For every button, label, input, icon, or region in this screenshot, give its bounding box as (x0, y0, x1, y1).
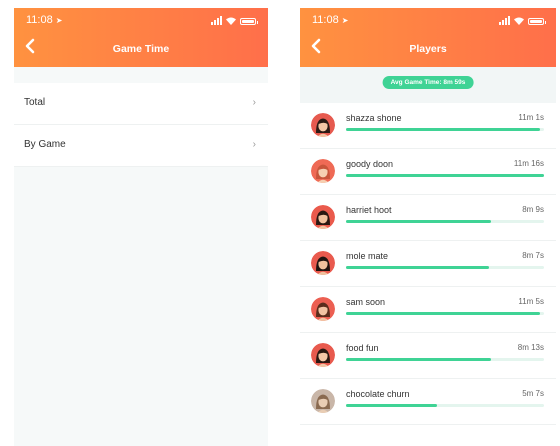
player-list: shazza shone 11m 1s goody doon 11m 16s harri… (300, 103, 556, 425)
progress-track (346, 174, 544, 177)
player-time: 8m 9s (522, 205, 544, 214)
avatar (311, 389, 335, 413)
progress-fill (346, 312, 541, 315)
location-arrow-icon: ➤ (55, 16, 63, 25)
avatar (311, 205, 335, 229)
progress-track (346, 358, 544, 361)
avatar (311, 251, 335, 275)
wifi-icon (226, 17, 236, 25)
game-time-screen: 11:08 ➤ Game Time Total › By Game › (14, 8, 268, 446)
header: 11:08 ➤ Players (300, 8, 556, 67)
battery-icon (240, 18, 258, 25)
signal-icon (499, 16, 510, 25)
status-icons (211, 16, 258, 25)
progress-fill (346, 358, 491, 361)
player-name: shazza shone (346, 113, 402, 123)
battery-icon (528, 18, 546, 25)
chevron-right-icon: › (252, 97, 256, 108)
location-arrow-icon: ➤ (341, 16, 349, 25)
signal-icon (211, 16, 222, 25)
status-bar: 11:08 ➤ (312, 14, 546, 28)
player-name: sam soon (346, 297, 386, 307)
player-name: chocolate churn (346, 389, 410, 399)
status-time: 11:08 ➤ (312, 14, 349, 26)
player-row[interactable]: goody doon 11m 16s (300, 149, 556, 195)
player-row[interactable]: sam soon 11m 5s (300, 287, 556, 333)
menu-item-label: Total (24, 97, 46, 108)
player-time: 11m 5s (518, 297, 544, 306)
progress-track (346, 312, 544, 315)
player-time: 8m 13s (517, 343, 544, 352)
player-name: mole mate (346, 251, 389, 261)
progress-fill (346, 128, 541, 131)
player-row[interactable]: harriet hoot 8m 9s (300, 195, 556, 241)
chevron-right-icon: › (252, 139, 256, 150)
menu-list: Total › By Game › (14, 83, 268, 167)
avg-game-time-badge: Avg Game Time: 8m 59s (382, 76, 474, 89)
player-row[interactable]: shazza shone 11m 1s (300, 103, 556, 149)
status-time: 11:08 ➤ (26, 14, 63, 26)
menu-item-total[interactable]: Total › (14, 83, 268, 125)
progress-fill (346, 404, 438, 407)
status-bar: 11:08 ➤ (26, 14, 258, 28)
status-icons (499, 16, 546, 25)
player-name: food fun (346, 343, 379, 353)
menu-item-by-game[interactable]: By Game › (14, 125, 268, 167)
player-time: 11m 16s (513, 159, 544, 168)
wifi-icon (514, 17, 524, 25)
progress-track (346, 266, 544, 269)
menu-item-label: By Game (24, 139, 66, 150)
avatar (311, 159, 335, 183)
avatar (311, 343, 335, 367)
avatar (311, 297, 335, 321)
page-title: Game Time (112, 43, 170, 55)
player-name: goody doon (346, 159, 394, 169)
page-title: Players (409, 43, 447, 55)
header: 11:08 ➤ Game Time (14, 8, 268, 67)
progress-track (346, 220, 544, 223)
player-time: 5m 7s (522, 389, 544, 398)
progress-fill (346, 220, 491, 223)
avatar (311, 113, 335, 137)
average-strip: Avg Game Time: 8m 59s (300, 67, 556, 103)
player-row[interactable]: mole mate 8m 7s (300, 241, 556, 287)
player-row[interactable]: food fun 8m 13s (300, 333, 556, 379)
players-screen: 11:08 ➤ Players Avg Game Time: 8m 59s sha… (300, 8, 556, 446)
player-time: 8m 7s (522, 251, 544, 260)
progress-track (346, 404, 544, 407)
progress-fill (346, 174, 544, 177)
player-name: harriet hoot (346, 205, 392, 215)
progress-track (346, 128, 544, 131)
player-row[interactable]: chocolate churn 5m 7s (300, 379, 556, 425)
progress-fill (346, 266, 489, 269)
player-time: 11m 1s (518, 113, 544, 122)
